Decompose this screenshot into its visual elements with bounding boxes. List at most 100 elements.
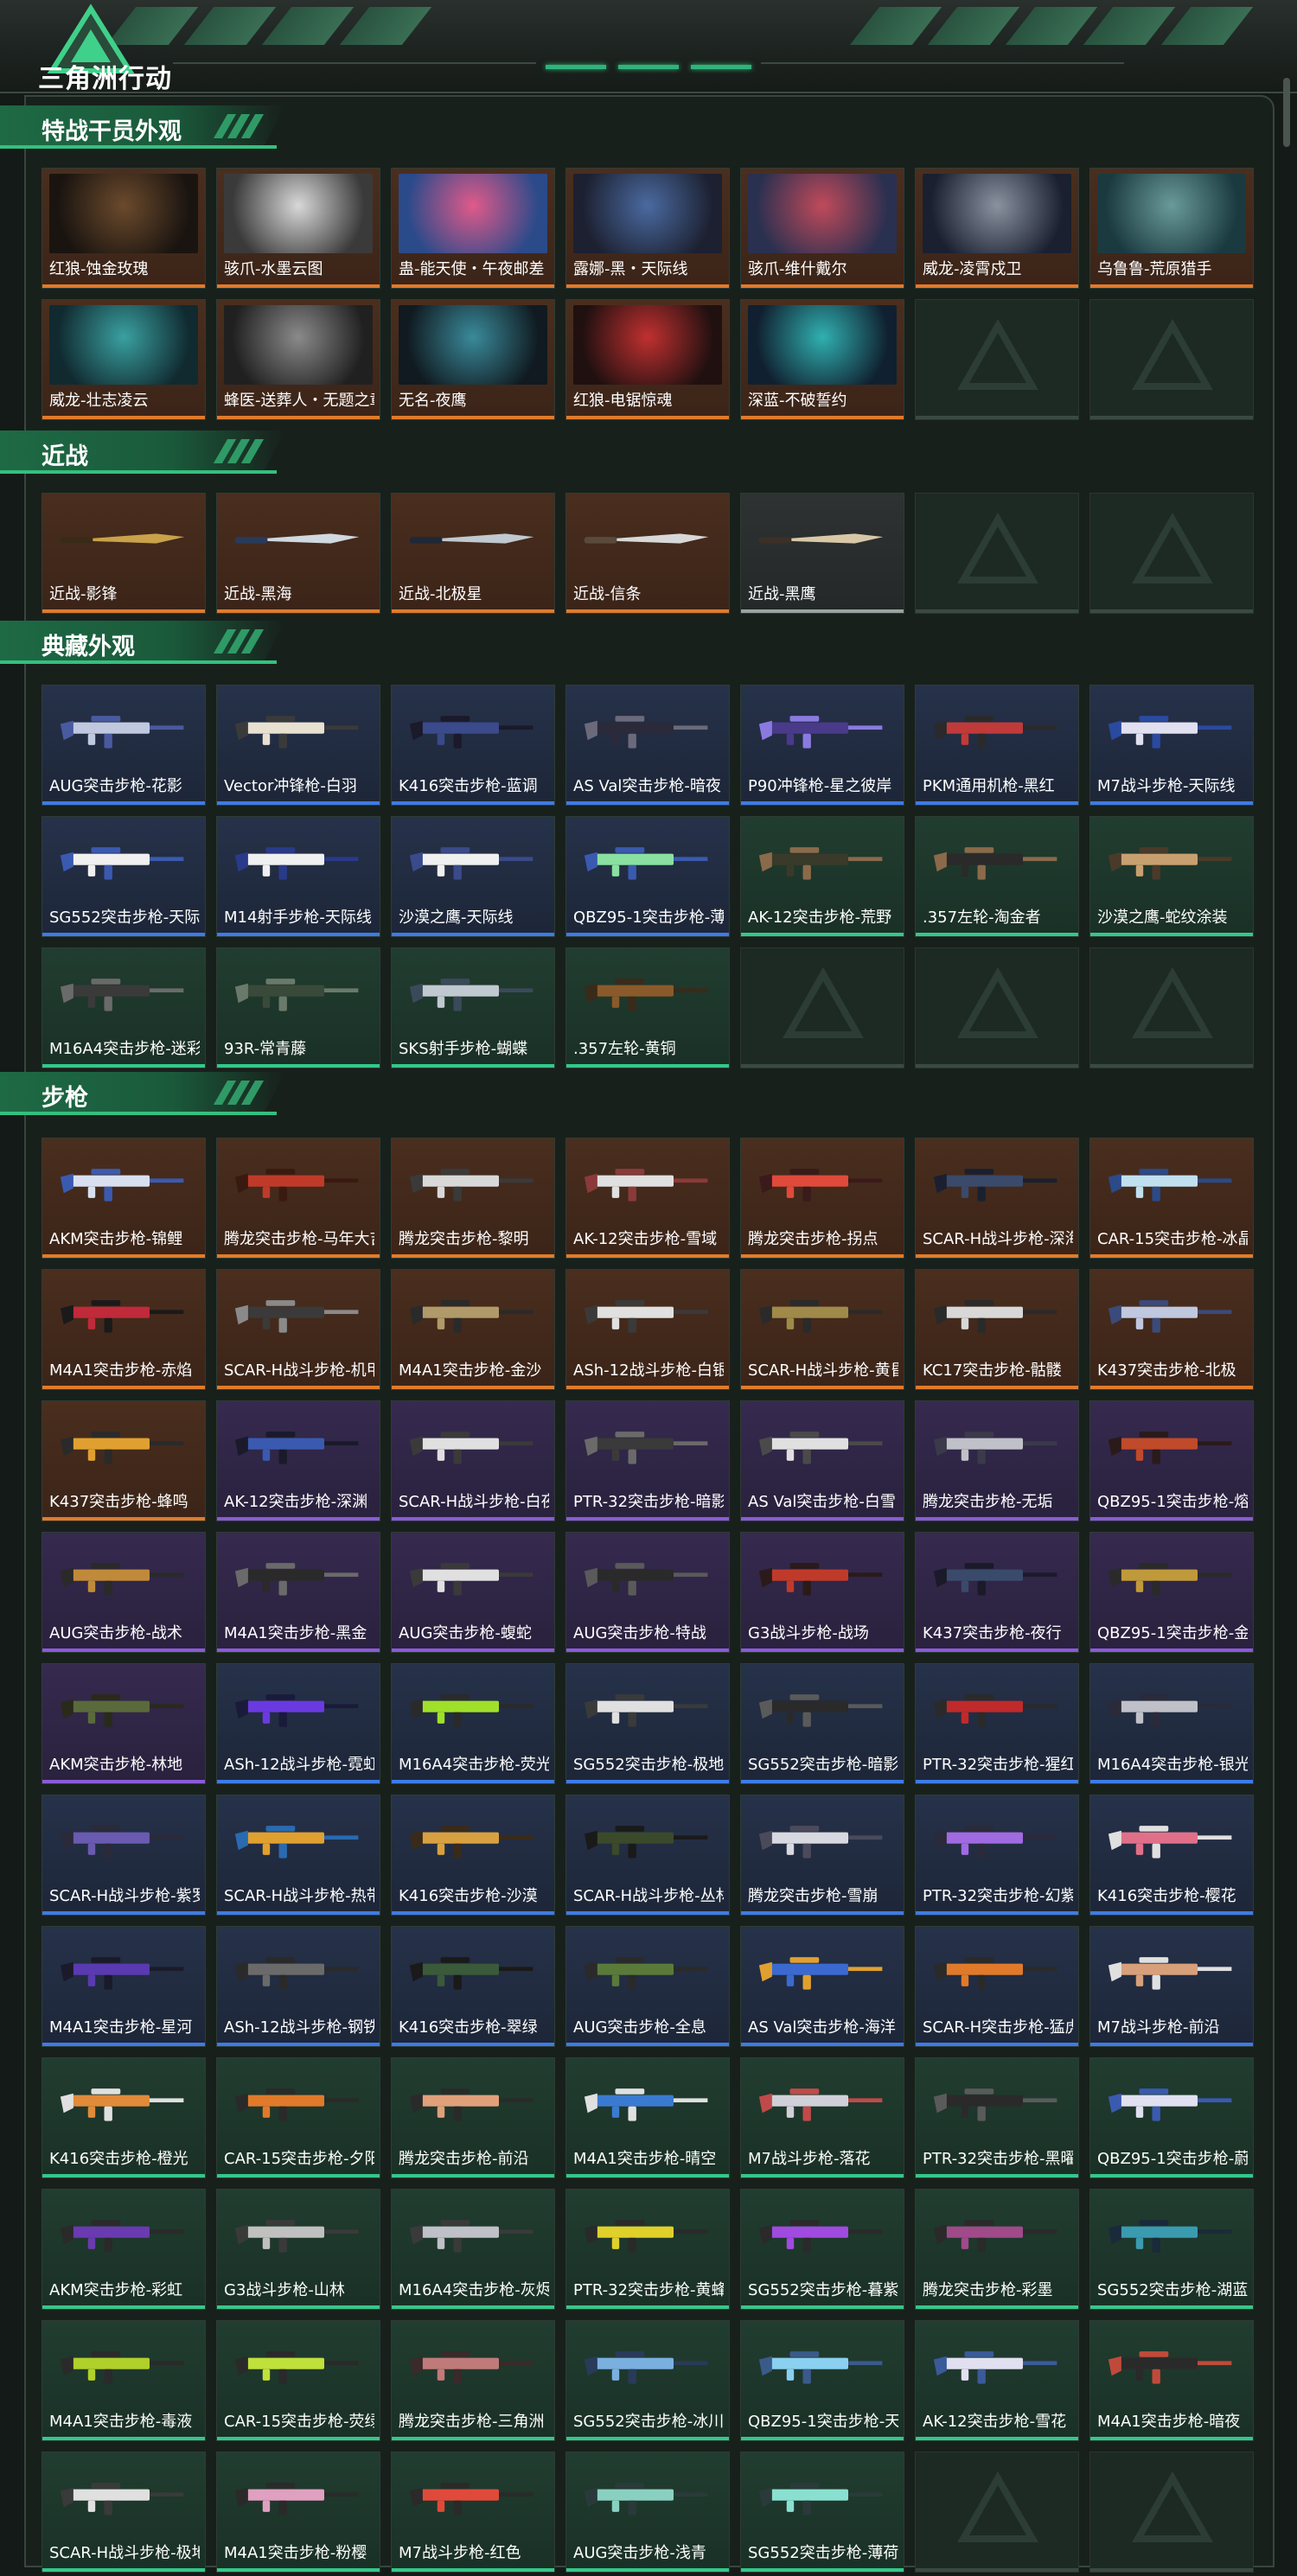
item-card[interactable]: QBZ95-1突击步枪-金鳞	[1089, 1532, 1254, 1653]
item-card[interactable]: M7战斗步枪-前沿	[1089, 1926, 1254, 2047]
item-card[interactable]: AK-12突击步枪-荒野	[740, 816, 904, 937]
item-card[interactable]: ASh-12战斗步枪-霓虹	[216, 1663, 380, 1784]
item-card[interactable]: 蛊-能天使・午夜邮差	[391, 168, 555, 289]
item-card[interactable]: K437突击步枪-北极	[1089, 1269, 1254, 1390]
item-card[interactable]: AK-12突击步枪-深渊	[216, 1400, 380, 1521]
item-card[interactable]: K416突击步枪-橙光	[42, 2057, 206, 2178]
item-card[interactable]: SG552突击步枪-冰川	[565, 2320, 730, 2441]
item-card[interactable]: M16A4突击步枪-银光	[1089, 1663, 1254, 1784]
item-card[interactable]: KC17突击步枪-骷髅	[915, 1269, 1079, 1390]
item-card[interactable]: 无名-夜鹰	[391, 299, 555, 420]
item-card[interactable]: SCAR-H战斗步枪-深海	[915, 1138, 1079, 1259]
item-card[interactable]: M7战斗步枪-红色	[391, 2452, 555, 2573]
item-card[interactable]: SCAR-H战斗步枪-紫罗兰	[42, 1795, 206, 1916]
item-card[interactable]: AK-12突击步枪-雪花	[915, 2320, 1079, 2441]
item-card[interactable]: AKM突击步枪-彩虹	[42, 2189, 206, 2310]
item-card[interactable]: M4A1突击步枪-毒液	[42, 2320, 206, 2441]
item-card[interactable]: AK-12突击步枪-雪域	[565, 1138, 730, 1259]
item-card[interactable]: 骇爪-水墨云图	[216, 168, 380, 289]
item-card[interactable]: M16A4突击步枪-灰烬	[391, 2189, 555, 2310]
item-card[interactable]: SCAR-H战斗步枪-机甲	[216, 1269, 380, 1390]
item-card[interactable]: 乌鲁鲁-荒原猎手	[1089, 168, 1254, 289]
item-card[interactable]: 腾龙突击步枪-三角洲	[391, 2320, 555, 2441]
item-card[interactable]: 红狼-电锯惊魂	[565, 299, 730, 420]
item-card[interactable]: 沙漠之鹰-天际线	[391, 816, 555, 937]
item-card[interactable]: CAR-15突击步枪-冰晶	[1089, 1138, 1254, 1259]
item-card[interactable]: K416突击步枪-樱花	[1089, 1795, 1254, 1916]
item-card[interactable]: .357左轮-淘金者	[915, 816, 1079, 937]
item-card[interactable]: M4A1突击步枪-赤焰	[42, 1269, 206, 1390]
item-card[interactable]: 腾龙突击步枪-拐点	[740, 1138, 904, 1259]
item-card[interactable]: QBZ95-1突击步枪-天空	[740, 2320, 904, 2441]
item-card[interactable]: AUG突击步枪-浅青	[565, 2452, 730, 2573]
item-card[interactable]: Vector冲锋枪-白羽	[216, 685, 380, 806]
item-card[interactable]: M4A1突击步枪-粉樱	[216, 2452, 380, 2573]
item-card[interactable]: SCAR-H战斗步枪-极地	[42, 2452, 206, 2573]
item-card[interactable]: 腾龙突击步枪-马年大吉	[216, 1138, 380, 1259]
item-card[interactable]: QBZ95-1突击步枪-薄荷	[565, 816, 730, 937]
item-card[interactable]: SCAR-H突击步枪-猛虎	[915, 1926, 1079, 2047]
item-card[interactable]: M7战斗步枪-落花	[740, 2057, 904, 2178]
item-card[interactable]: M4A1突击步枪-晴空	[565, 2057, 730, 2178]
item-card[interactable]: QBZ95-1突击步枪-蔚蓝	[1089, 2057, 1254, 2178]
item-card[interactable]: K416突击步枪-沙漠	[391, 1795, 555, 1916]
item-card[interactable]: K437突击步枪-蜂鸣	[42, 1400, 206, 1521]
item-card[interactable]: AUG突击步枪-花影	[42, 685, 206, 806]
item-card[interactable]: SG552突击步枪-薄荷	[740, 2452, 904, 2573]
item-card[interactable]: 蜂医-送葬人・无题之章	[216, 299, 380, 420]
item-card[interactable]: SKS射手步枪-蝴蝶	[391, 947, 555, 1068]
item-card[interactable]: K416突击步枪-翠绿	[391, 1926, 555, 2047]
item-card[interactable]: 腾龙突击步枪-彩墨	[915, 2189, 1079, 2310]
item-card[interactable]: PTR-32突击步枪-幻紫	[915, 1795, 1079, 1916]
item-card[interactable]: 骇爪-维什戴尔	[740, 168, 904, 289]
item-card[interactable]: PKM通用机枪-黑红	[915, 685, 1079, 806]
item-card[interactable]: 近战-黑鹰	[740, 493, 904, 614]
item-card[interactable]: 腾龙突击步枪-无垢	[915, 1400, 1079, 1521]
item-card[interactable]: 近战-黑海	[216, 493, 380, 614]
item-card[interactable]: M16A4突击步枪-迷彩	[42, 947, 206, 1068]
item-card[interactable]: AKM突击步枪-林地	[42, 1663, 206, 1784]
item-card[interactable]: QBZ95-1突击步枪-熔岩	[1089, 1400, 1254, 1521]
item-card[interactable]: 近战-北极星	[391, 493, 555, 614]
item-card[interactable]: M7战斗步枪-天际线	[1089, 685, 1254, 806]
item-card[interactable]: PTR-32突击步枪-暗影	[565, 1400, 730, 1521]
scrollbar[interactable]	[1283, 78, 1290, 147]
item-card[interactable]: SG552突击步枪-暗影	[740, 1663, 904, 1784]
item-card[interactable]: SCAR-H战斗步枪-黄昏	[740, 1269, 904, 1390]
item-card[interactable]: CAR-15突击步枪-夕阳	[216, 2057, 380, 2178]
item-card[interactable]: AS Val突击步枪-白雪	[740, 1400, 904, 1521]
item-card[interactable]: ASh-12战斗步枪-白银	[565, 1269, 730, 1390]
item-card[interactable]: SG552突击步枪-天际线	[42, 816, 206, 937]
item-card[interactable]: M4A1突击步枪-星河	[42, 1926, 206, 2047]
item-card[interactable]: M16A4突击步枪-荧光	[391, 1663, 555, 1784]
item-card[interactable]: K437突击步枪-夜行	[915, 1532, 1079, 1653]
item-card[interactable]: M4A1突击步枪-暗夜	[1089, 2320, 1254, 2441]
item-card[interactable]: G3战斗步枪-战场	[740, 1532, 904, 1653]
item-card[interactable]: 威龙-凌霄戍卫	[915, 168, 1079, 289]
item-card[interactable]: 深蓝-不破誓约	[740, 299, 904, 420]
item-card[interactable]: 腾龙突击步枪-前沿	[391, 2057, 555, 2178]
item-card[interactable]: SCAR-H战斗步枪-热带	[216, 1795, 380, 1916]
item-card[interactable]: CAR-15突击步枪-荧绿	[216, 2320, 380, 2441]
item-card[interactable]: 近战-影锋	[42, 493, 206, 614]
item-card[interactable]: SG552突击步枪-湖蓝	[1089, 2189, 1254, 2310]
item-card[interactable]: 腾龙突击步枪-黎明	[391, 1138, 555, 1259]
item-card[interactable]: SG552突击步枪-暮紫	[740, 2189, 904, 2310]
item-card[interactable]: AKM突击步枪-锦鲤	[42, 1138, 206, 1259]
item-card[interactable]: 威龙-壮志凌云	[42, 299, 206, 420]
item-card[interactable]: 沙漠之鹰-蛇纹涂装	[1089, 816, 1254, 937]
item-card[interactable]: AS Val突击步枪-海洋	[740, 1926, 904, 2047]
item-card[interactable]: M4A1突击步枪-金沙	[391, 1269, 555, 1390]
item-card[interactable]: AUG突击步枪-战术	[42, 1532, 206, 1653]
item-card[interactable]: G3战斗步枪-山林	[216, 2189, 380, 2310]
item-card[interactable]: SCAR-H战斗步枪-丛林	[565, 1795, 730, 1916]
item-card[interactable]: ASh-12战斗步枪-钢铁	[216, 1926, 380, 2047]
item-card[interactable]: PTR-32突击步枪-黄蜂	[565, 2189, 730, 2310]
item-card[interactable]: 93R-常青藤	[216, 947, 380, 1068]
item-card[interactable]: K416突击步枪-蓝调	[391, 685, 555, 806]
item-card[interactable]: 近战-信条	[565, 493, 730, 614]
item-card[interactable]: 露娜-黑・天际线	[565, 168, 730, 289]
item-card[interactable]: AUG突击步枪-全息	[565, 1926, 730, 2047]
item-card[interactable]: PTR-32突击步枪-黑曜	[915, 2057, 1079, 2178]
item-card[interactable]: M14射手步枪-天际线	[216, 816, 380, 937]
